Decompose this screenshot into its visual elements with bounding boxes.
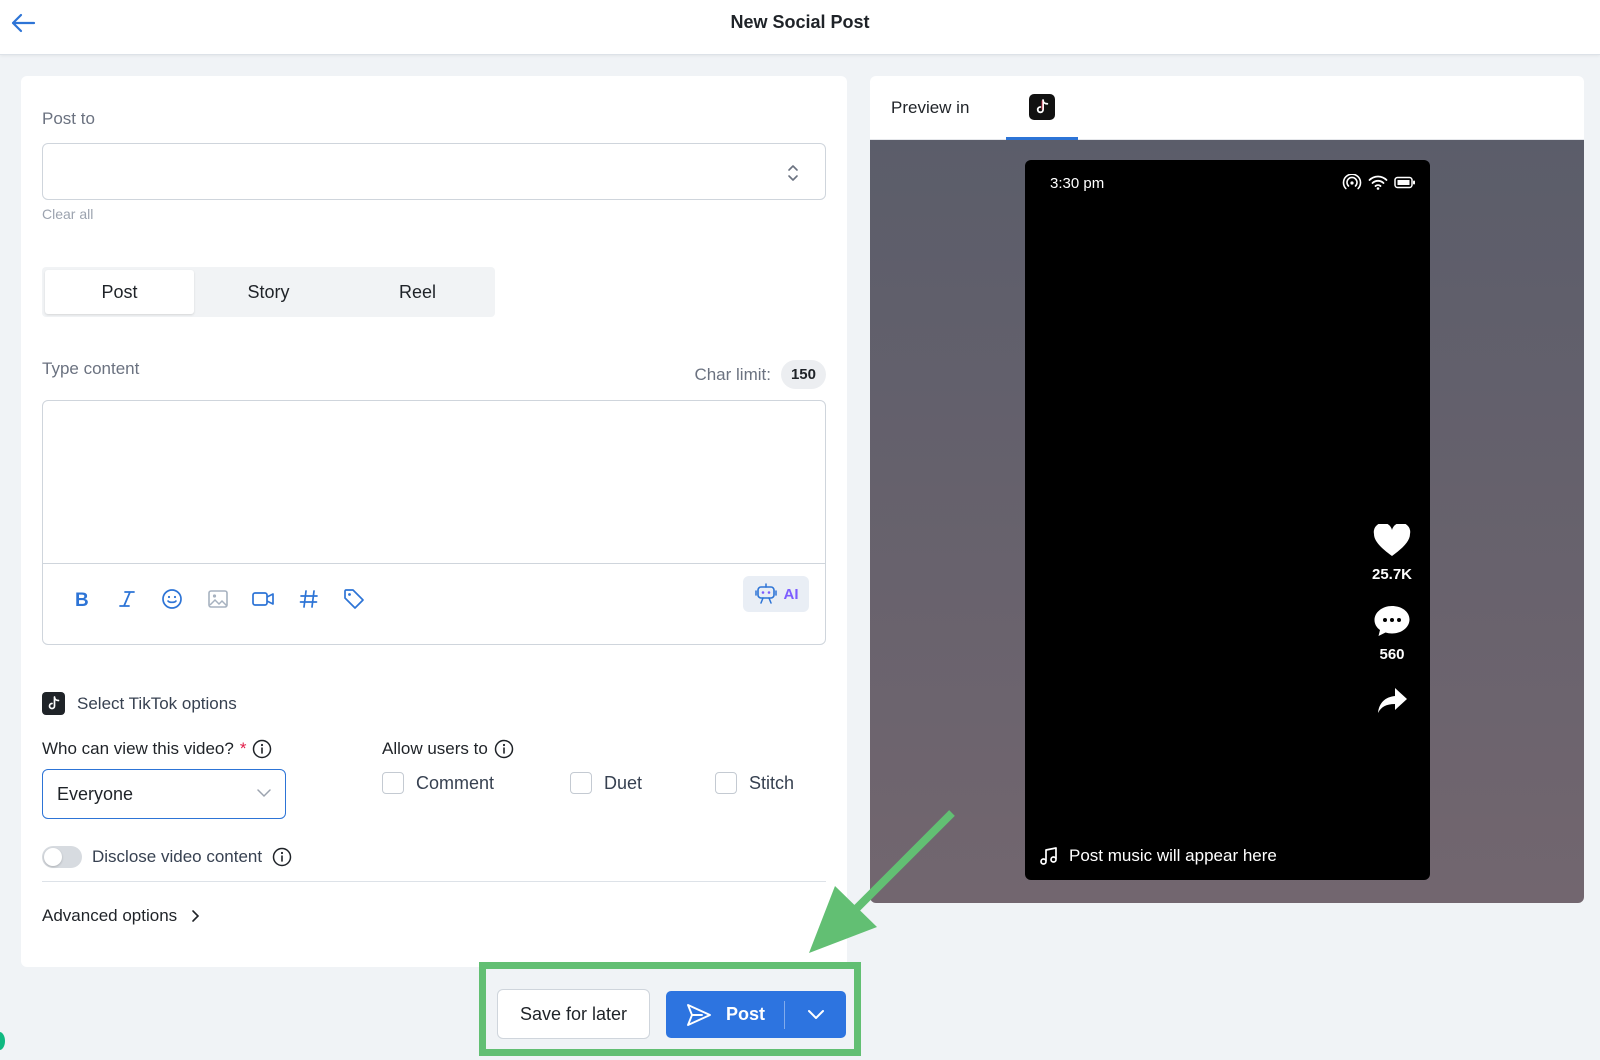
music-note-icon bbox=[1040, 847, 1057, 865]
send-icon bbox=[687, 1003, 711, 1026]
post-type-post[interactable]: Post bbox=[45, 270, 194, 314]
hotspot-icon bbox=[1342, 174, 1362, 190]
emoji-icon[interactable] bbox=[155, 582, 189, 616]
post-type-story[interactable]: Story bbox=[194, 270, 343, 314]
allow-duet-label: Duet bbox=[604, 772, 643, 793]
info-icon[interactable] bbox=[252, 739, 272, 759]
checkbox[interactable] bbox=[715, 772, 737, 794]
comments-count: 560 bbox=[1379, 646, 1405, 663]
editor-toolbar: B AI bbox=[43, 563, 825, 645]
updown-chevron-icon bbox=[788, 165, 798, 181]
chevron-right-icon bbox=[192, 910, 200, 922]
checkbox[interactable] bbox=[570, 772, 592, 794]
info-icon[interactable] bbox=[494, 739, 514, 759]
who-can-view-label: Who can view this video? * bbox=[42, 739, 272, 759]
required-asterisk: * bbox=[239, 739, 247, 758]
video-icon[interactable] bbox=[246, 582, 280, 616]
preview-in-label: Preview in bbox=[891, 98, 970, 117]
page-title: New Social Post bbox=[730, 12, 870, 32]
disclose-label: Disclose video content bbox=[92, 847, 263, 866]
info-icon[interactable] bbox=[272, 847, 292, 867]
likes-count: 25.7K bbox=[1371, 566, 1413, 583]
advanced-options-label: Advanced options bbox=[42, 906, 178, 925]
tiktok-options-header: Select TikTok options bbox=[42, 692, 237, 715]
allow-stitch-label: Stitch bbox=[749, 772, 795, 793]
status-dot bbox=[0, 1032, 5, 1050]
who-can-view-text: Who can view this video? bbox=[42, 739, 234, 758]
content-editor: B AI bbox=[42, 400, 826, 645]
heart-icon bbox=[1373, 524, 1411, 556]
top-bar: New Social Post bbox=[0, 0, 1600, 55]
italic-icon[interactable] bbox=[110, 582, 144, 616]
music-row: Post music will appear here bbox=[1039, 846, 1277, 866]
post-to-select[interactable] bbox=[42, 143, 826, 200]
preview-stage: 3:30 pm 25.7K 560 Post music will appear… bbox=[870, 140, 1584, 903]
allow-users-label: Allow users to bbox=[382, 739, 514, 759]
share-icon bbox=[1378, 688, 1407, 713]
toggle-knob bbox=[44, 848, 62, 866]
post-button-label: Post bbox=[726, 1004, 766, 1024]
phone-preview: 3:30 pm 25.7K 560 Post music will appear… bbox=[1025, 160, 1430, 880]
tiktok-icon bbox=[1029, 93, 1055, 120]
disclose-toggle[interactable] bbox=[42, 846, 82, 868]
preview-card: Preview in 3:30 pm 25.7K 560 Post music … bbox=[870, 76, 1584, 903]
hashtag-icon[interactable] bbox=[292, 582, 326, 616]
clear-all-link[interactable]: Clear all bbox=[42, 206, 93, 222]
tiktok-options-label: Select TikTok options bbox=[77, 693, 237, 713]
char-limit-badge: 150 bbox=[780, 360, 826, 389]
save-for-later-button[interactable]: Save for later bbox=[497, 989, 650, 1039]
allow-comment-label: Comment bbox=[416, 772, 495, 793]
char-limit: Char limit: 150 bbox=[694, 360, 826, 389]
phone-time: 3:30 pm bbox=[1050, 175, 1105, 192]
post-options-dropdown[interactable] bbox=[785, 991, 846, 1038]
chevron-down-icon bbox=[807, 1009, 824, 1019]
disclose-row: Disclose video content bbox=[42, 846, 292, 868]
comments-action[interactable]: 560 bbox=[1372, 604, 1412, 663]
likes-action[interactable]: 25.7K bbox=[1372, 524, 1412, 583]
allow-duet-checkbox[interactable]: Duet bbox=[570, 772, 642, 794]
post-form-card: Post to Clear all Post Story Reel Type c… bbox=[21, 76, 847, 967]
post-type-reel[interactable]: Reel bbox=[343, 270, 492, 314]
music-text: Post music will appear here bbox=[1069, 846, 1277, 865]
who-can-view-value: Everyone bbox=[57, 784, 134, 804]
bold-icon[interactable]: B bbox=[65, 582, 99, 616]
content-textarea[interactable] bbox=[43, 401, 825, 563]
preview-header: Preview in bbox=[870, 76, 1584, 140]
allow-comment-checkbox[interactable]: Comment bbox=[382, 772, 494, 794]
checkbox[interactable] bbox=[382, 772, 404, 794]
robot-icon bbox=[754, 583, 777, 604]
post-button-group: Post bbox=[666, 991, 846, 1038]
post-type-switch: Post Story Reel bbox=[42, 267, 495, 317]
char-limit-label: Char limit: bbox=[694, 364, 771, 384]
comment-icon bbox=[1374, 606, 1410, 636]
ai-label: AI bbox=[783, 585, 799, 603]
chevron-down-icon bbox=[257, 789, 271, 798]
divider bbox=[42, 881, 826, 882]
who-can-view-select[interactable]: Everyone bbox=[42, 769, 286, 819]
phone-status-icons bbox=[1342, 174, 1416, 190]
content-label: Type content bbox=[42, 359, 140, 378]
image-icon[interactable] bbox=[201, 582, 235, 616]
svg-text:B: B bbox=[75, 590, 89, 609]
share-action[interactable] bbox=[1372, 686, 1412, 716]
post-button[interactable]: Post bbox=[666, 991, 784, 1038]
tab-tiktok-preview[interactable] bbox=[1006, 76, 1078, 140]
wifi-icon bbox=[1368, 175, 1388, 190]
allow-users-text: Allow users to bbox=[382, 739, 488, 758]
advanced-options-link[interactable]: Advanced options bbox=[42, 906, 200, 926]
allow-stitch-checkbox[interactable]: Stitch bbox=[715, 772, 794, 794]
post-to-label: Post to bbox=[42, 109, 95, 128]
ai-assist-button[interactable]: AI bbox=[743, 576, 809, 612]
tiktok-icon bbox=[42, 692, 65, 715]
tag-icon[interactable] bbox=[337, 582, 371, 616]
battery-icon bbox=[1394, 176, 1415, 188]
